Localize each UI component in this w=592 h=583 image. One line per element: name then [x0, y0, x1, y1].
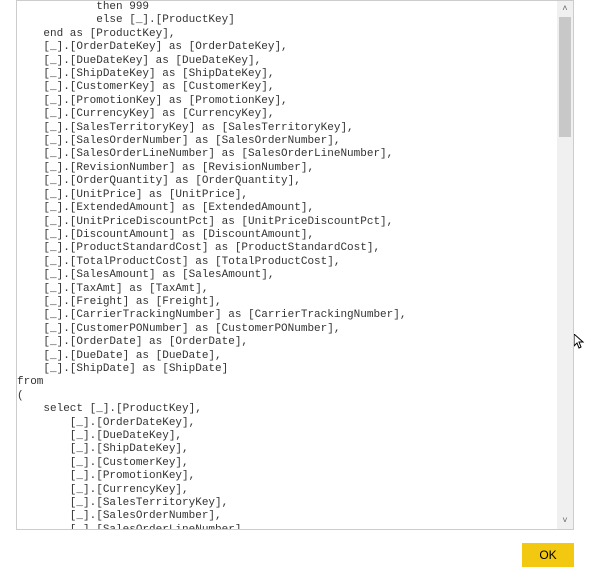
ok-button[interactable]: OK [522, 543, 574, 567]
sql-code-content[interactable]: then 999 else [_].[ProductKey] end as [P… [17, 1, 573, 530]
scrollbar-down-button[interactable]: ˅ [557, 513, 573, 529]
scrollbar-up-button[interactable]: ˄ [557, 1, 573, 17]
code-editor-pane: then 999 else [_].[ProductKey] end as [P… [16, 0, 574, 530]
vertical-scrollbar[interactable]: ˄ ˅ [557, 1, 573, 529]
mouse-cursor-icon [574, 334, 586, 355]
scrollbar-thumb[interactable] [559, 17, 571, 137]
